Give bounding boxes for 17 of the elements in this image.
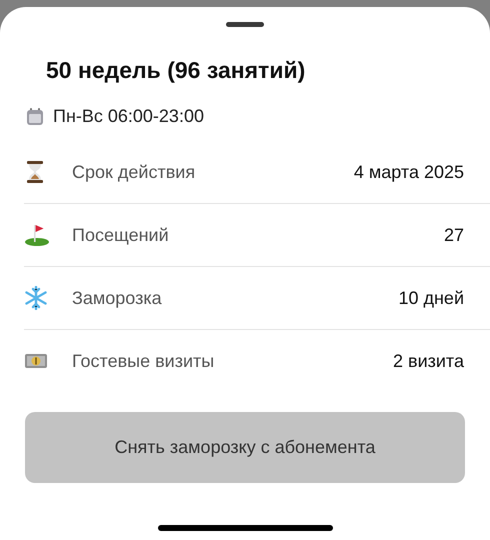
row-value: 2 визита bbox=[393, 350, 464, 372]
row-label: Посещений bbox=[72, 224, 170, 246]
hourglass-icon bbox=[24, 160, 46, 184]
schedule-text: Пн-Вс 06:00-23:00 bbox=[53, 106, 204, 127]
golf-flag-icon bbox=[24, 223, 50, 247]
calendar-icon bbox=[27, 108, 43, 125]
unfreeze-button[interactable]: Снять заморозку с абонемента bbox=[25, 412, 465, 483]
row-value: 27 bbox=[444, 224, 464, 246]
sheet-title: 50 недель (96 занятий) bbox=[46, 57, 306, 84]
row-value: 4 марта 2025 bbox=[354, 162, 464, 182]
money-icon bbox=[24, 351, 48, 371]
grabber-handle[interactable] bbox=[226, 22, 264, 27]
row-label: Срок действия bbox=[72, 162, 196, 182]
row-label: Заморозка bbox=[72, 288, 163, 308]
row-label: Гостевые визиты bbox=[72, 350, 216, 372]
row-value: 10 дней bbox=[398, 288, 464, 308]
snowflake-icon bbox=[24, 286, 48, 310]
